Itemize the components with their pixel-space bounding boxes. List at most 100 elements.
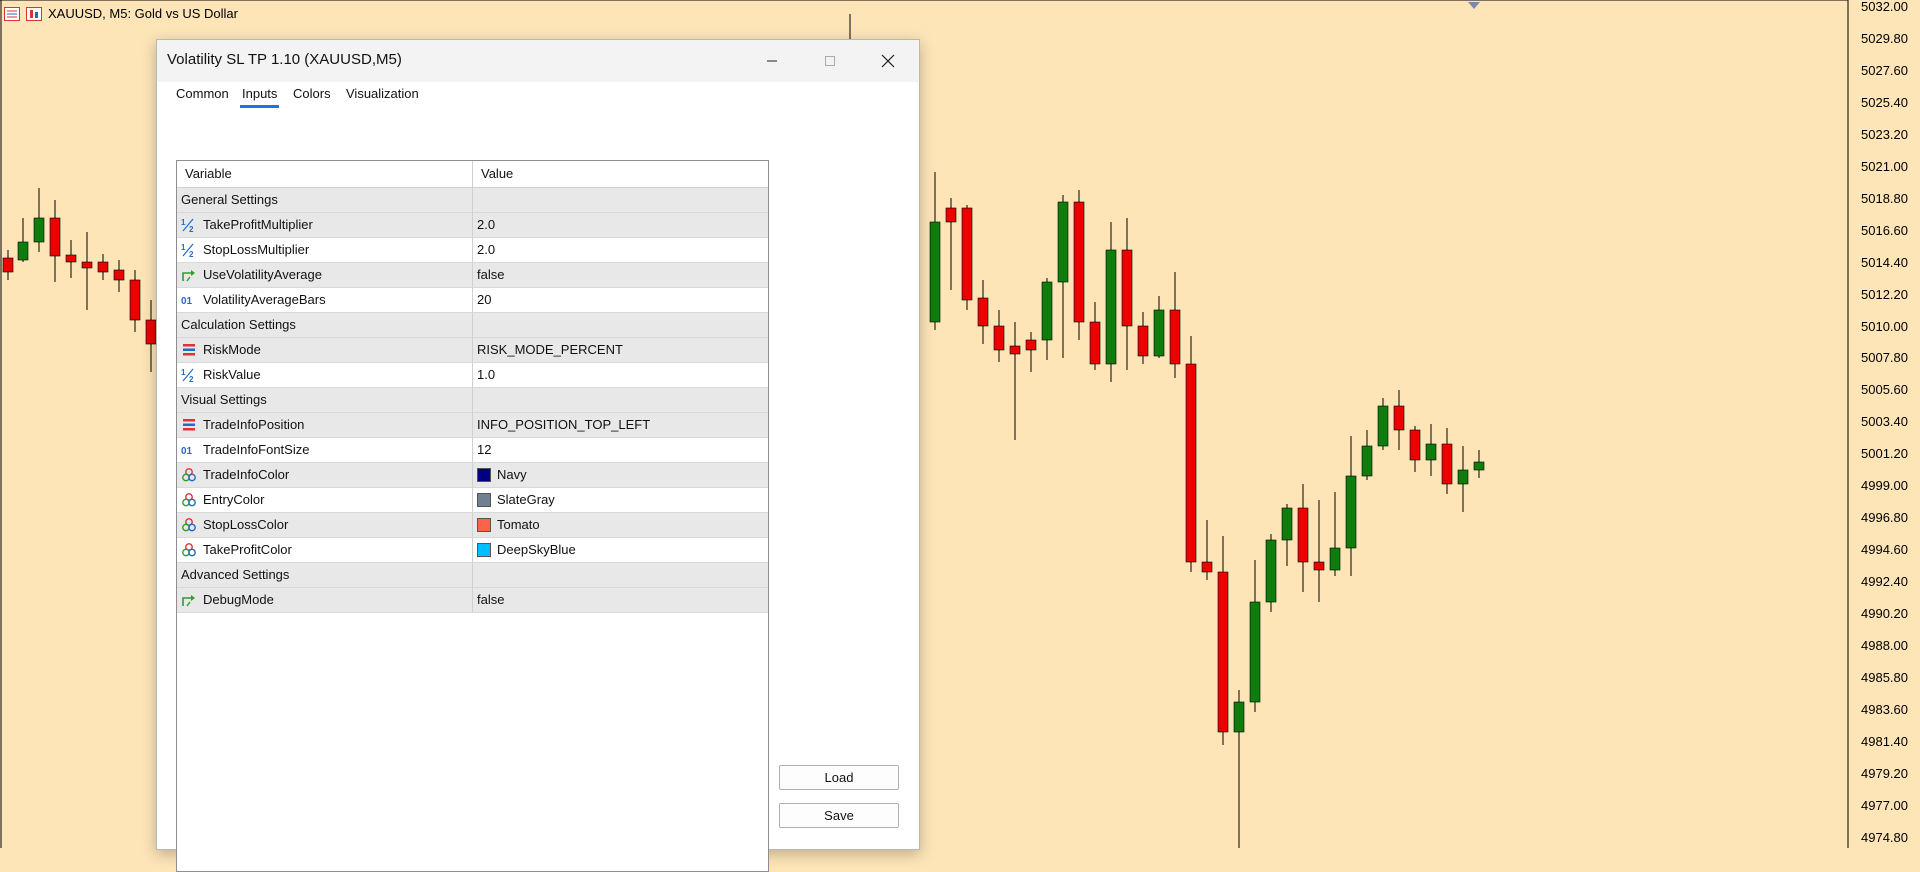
candle (1425, 424, 1437, 476)
input-value-text: 20 (477, 292, 492, 307)
input-value-cell[interactable]: false (473, 263, 504, 287)
input-value-text: DeepSkyBlue (497, 542, 576, 557)
price-axis-label: 4979.20 (1861, 765, 1908, 781)
dialog-titlebar[interactable]: Volatility SL TP 1.10 (XAUUSD,M5) (157, 40, 919, 82)
section-title: Visual Settings (177, 388, 473, 412)
section-title: Calculation Settings (177, 313, 473, 337)
svg-text:1: 1 (181, 218, 186, 227)
candle (1089, 302, 1101, 370)
input-row[interactable]: EntryColor SlateGray (177, 488, 768, 513)
bool-arrow-icon (181, 592, 197, 608)
input-row[interactable]: 01 TradeInfoFontSize 12 (177, 438, 768, 463)
candle (1201, 520, 1213, 580)
chart-type-icon[interactable] (26, 6, 42, 21)
input-row[interactable]: StopLossColor Tomato (177, 513, 768, 538)
input-variable-name: StopLossColor (203, 517, 289, 532)
input-value-cell[interactable]: SlateGray (473, 488, 555, 512)
price-axis-label: 5007.80 (1861, 350, 1908, 366)
input-value-text: RISK_MODE_PERCENT (477, 342, 623, 357)
tab-inputs[interactable]: Inputs (240, 86, 280, 108)
load-button[interactable]: Load (779, 765, 899, 790)
section-value-empty (473, 313, 477, 337)
input-value-cell[interactable]: 20 (473, 288, 491, 312)
input-row[interactable]: 1 2 RiskValue 1.0 (177, 363, 768, 388)
price-axis-label: 5016.60 (1861, 222, 1908, 238)
maximize-button[interactable] (801, 40, 859, 82)
svg-text:2: 2 (189, 250, 194, 258)
tab-visualization[interactable]: Visualization (344, 86, 421, 101)
input-value-text: INFO_POSITION_TOP_LEFT (477, 417, 651, 432)
input-row[interactable]: UseVolatilityAverage false (177, 263, 768, 288)
price-axis-label: 5027.60 (1861, 62, 1908, 78)
shift-marker-icon[interactable] (1468, 2, 1480, 9)
section-title: General Settings (177, 188, 473, 212)
candle (1265, 534, 1277, 612)
input-value-cell[interactable]: 12 (473, 438, 491, 462)
svg-text:01: 01 (181, 296, 193, 307)
input-row[interactable]: TradeInfoColor Navy (177, 463, 768, 488)
dialog-tabs: Common Inputs Colors Visualization (157, 82, 919, 112)
color-swatch[interactable] (477, 518, 491, 532)
price-axis-label: 5012.20 (1861, 286, 1908, 302)
save-button[interactable]: Save (779, 803, 899, 828)
input-row[interactable]: TakeProfitColor DeepSkyBlue (177, 538, 768, 563)
color-swatch[interactable] (477, 543, 491, 557)
close-button[interactable] (859, 40, 917, 82)
input-value-cell[interactable]: DeepSkyBlue (473, 538, 576, 562)
input-variable-name: UseVolatilityAverage (203, 267, 322, 282)
input-row[interactable]: RiskMode RISK_MODE_PERCENT (177, 338, 768, 363)
input-value-text: 2.0 (477, 217, 496, 232)
price-axis-label: 4990.20 (1861, 606, 1908, 622)
candle (1233, 690, 1245, 848)
close-icon (881, 54, 895, 68)
column-header-variable[interactable]: Variable (177, 161, 473, 187)
input-row[interactable]: TradeInfoPosition INFO_POSITION_TOP_LEFT (177, 413, 768, 438)
candle (945, 198, 957, 290)
input-value-cell[interactable]: INFO_POSITION_TOP_LEFT (473, 413, 650, 437)
integer-icon: 01 (181, 442, 197, 458)
input-value-cell[interactable]: Navy (473, 463, 527, 487)
column-header-value[interactable]: Value (473, 161, 513, 187)
tab-common[interactable]: Common (174, 86, 231, 101)
input-value-cell[interactable]: 1.0 (473, 363, 495, 387)
candle (65, 240, 77, 278)
candle (1345, 436, 1357, 576)
section-title: Advanced Settings (177, 563, 473, 587)
price-axis-label: 5018.80 (1861, 190, 1908, 206)
input-value-text: 12 (477, 442, 492, 457)
inputs-table-header: Variable Value (177, 161, 768, 188)
candle (1249, 560, 1261, 712)
indicator-list-icon[interactable] (4, 6, 20, 21)
candle (1105, 222, 1117, 382)
candle (977, 280, 989, 344)
integer-icon: 01 (181, 292, 197, 308)
input-variable-name: EntryColor (203, 492, 265, 507)
input-value-cell[interactable]: Tomato (473, 513, 540, 537)
input-value-cell[interactable]: 2.0 (473, 238, 495, 262)
input-row[interactable]: 1 2 TakeProfitMultiplier 2.0 (177, 213, 768, 238)
input-value-cell[interactable]: RISK_MODE_PERCENT (473, 338, 623, 362)
fraction-icon: 12 (181, 242, 197, 258)
tab-colors[interactable]: Colors (291, 86, 333, 101)
input-variable-name: TradeInfoColor (203, 467, 290, 482)
candle (129, 270, 141, 332)
color-circles-icon (181, 492, 197, 508)
input-row[interactable]: 01 VolatilityAverageBars 20 (177, 288, 768, 313)
price-axis-label: 4988.00 (1861, 638, 1908, 653)
svg-text:2: 2 (189, 225, 194, 233)
input-value-cell[interactable]: 2.0 (473, 213, 495, 237)
candle (993, 310, 1005, 362)
input-row[interactable]: 1 2 StopLossMultiplier 2.0 (177, 238, 768, 263)
input-variable-cell: TradeInfoColor (177, 463, 473, 487)
color-swatch[interactable] (477, 493, 491, 507)
input-row[interactable]: DebugMode false (177, 588, 768, 613)
minimize-button[interactable] (743, 40, 801, 82)
color-swatch[interactable] (477, 468, 491, 482)
input-variable-name: RiskMode (203, 342, 261, 357)
enum-list-icon (181, 417, 197, 433)
candle (1217, 536, 1229, 745)
input-value-text: Navy (497, 467, 527, 482)
input-value-text: Tomato (497, 517, 540, 532)
input-value-cell[interactable]: false (473, 588, 504, 612)
price-axis-label: 4985.80 (1861, 669, 1908, 685)
